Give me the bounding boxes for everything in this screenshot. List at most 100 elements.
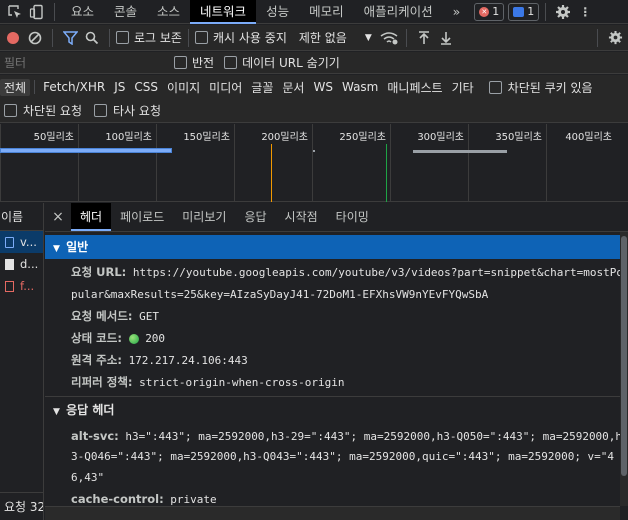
type-fetch-xhr[interactable]: Fetch/XHR [39,80,109,94]
timeline-tick: 400밀리초 [546,124,616,202]
type-ws[interactable]: WS [309,80,336,94]
tab-memory[interactable]: 메모리 [299,0,354,24]
request-method-row: 요청 메서드: GET [71,309,160,323]
third-party-label: 타사 요청 [113,104,161,118]
tab-response[interactable]: 응답 [235,203,275,231]
type-manifest[interactable]: 매니페스트 [383,79,446,96]
request-row[interactable]: f... [0,275,43,297]
clear-icon[interactable] [24,27,46,49]
error-icon: ✕ [479,6,490,17]
type-wasm[interactable]: Wasm [338,80,382,94]
type-font[interactable]: 글꼴 [247,79,277,96]
tab-network[interactable]: 네트워크 [190,0,257,24]
request-count: 요청 32 [4,500,43,514]
network-settings-gear-icon[interactable] [604,27,626,49]
timeline-tick: 200밀리초 [234,124,312,202]
blocked-cookies-label: 차단된 쿠키 있음 [507,80,593,95]
general-section-header[interactable]: ▼ 일반 [45,235,620,259]
disable-cache-checkbox[interactable] [194,31,208,44]
tab-console[interactable]: 콘솔 [104,0,147,24]
tab-payload[interactable]: 페이로드 [111,203,173,231]
timeline-tick: 150밀리초 [156,124,234,202]
tab-headers[interactable]: 헤더 [71,203,112,231]
type-media[interactable]: 미디어 [205,79,246,96]
type-js[interactable]: JS [110,80,129,94]
timeline-request-bar-2 [413,150,507,153]
tab-elements[interactable]: 요소 [61,0,104,24]
close-icon[interactable]: × [45,209,71,225]
response-headers-section-header[interactable]: ▼ 응답 헤더 [45,398,620,422]
message-icon [513,6,525,17]
timeline-tick: 350밀리초 [468,124,546,202]
invert-checkbox[interactable] [174,56,187,69]
scrollbar-thumb[interactable] [621,236,627,476]
remote-address-row: 원격 주소: 172.217.24.106:443 [71,353,248,367]
tab-timing[interactable]: 타이밍 [327,203,378,231]
request-list: 이름 v... d... f... 요청 32 [0,203,44,520]
hide-data-urls-label: 데이터 URL 숨기기 [242,56,340,70]
alt-svc-continuation: 6,43" [71,471,105,484]
failed-request-icon [5,280,14,292]
chevron-down-icon: ▼ [53,407,60,417]
device-toolbar-icon[interactable] [26,1,48,23]
type-all[interactable]: 전체 [0,78,31,96]
filter-input[interactable] [2,52,160,73]
type-img[interactable]: 이미지 [163,79,204,96]
timeline-request-bar [0,148,172,153]
status-bar: 요청 32 [0,492,43,520]
cache-control-row: cache-control: private [71,492,217,506]
more-options-icon[interactable]: ⋮ [574,1,596,23]
tab-application[interactable]: 애플리케이션 [354,0,443,24]
inspect-element-icon[interactable] [4,1,26,23]
type-doc[interactable]: 문서 [278,79,308,96]
type-css[interactable]: CSS [130,80,162,94]
message-count-badge[interactable]: 1 [508,2,540,21]
devtools-tab-bar: 요소 콘솔 소스 네트워크 성능 메모리 애플리케이션 » ✕ 1 1 ⋮ [0,0,628,24]
export-har-icon[interactable] [435,27,457,49]
tab-initiator[interactable]: 시작점 [276,203,327,231]
throttle-select[interactable]: 제한 없음 ▼ [299,29,372,46]
status-ok-icon [128,334,139,344]
resource-type-bar: 전체 Fetch/XHR JS CSS 이미지 미디어 글꼴 문서 WS Was… [0,75,628,99]
blocked-requests-label: 차단된 요청 [23,104,83,118]
tab-preview[interactable]: 미리보기 [173,203,235,231]
tab-performance[interactable]: 성능 [256,0,299,24]
image-file-icon [5,258,14,270]
detail-tab-bar: × 헤더 페이로드 미리보기 응답 시작점 타이밍 [45,203,628,232]
horizontal-scrollbar[interactable] [45,506,620,520]
search-icon[interactable] [81,27,103,49]
gear-icon[interactable] [552,1,574,23]
filter-icon[interactable] [59,27,81,49]
record-icon[interactable] [2,27,24,49]
disable-cache-label: 캐시 사용 중지 [212,31,287,45]
error-count-badge[interactable]: ✕ 1 [474,2,505,21]
request-url-row: 요청 URL: https://youtube.googleapis.com/y… [71,265,623,279]
timeline-request-bar-small [313,150,315,152]
request-row[interactable]: d... [0,253,43,275]
hide-data-urls-checkbox[interactable] [224,56,238,69]
type-other[interactable]: 기타 [448,79,478,96]
document-icon [5,236,14,248]
name-column-header[interactable]: 이름 [0,203,43,231]
blocked-requests-checkbox[interactable] [4,104,17,117]
referrer-policy-row: 리퍼러 정책: strict-origin-when-cross-origin [71,375,345,389]
preserve-log-label: 로그 보존 [134,31,182,45]
chevron-down-icon: ▼ [53,244,60,254]
import-har-icon[interactable] [413,27,435,49]
alt-svc-row: alt-svc: h3=":443"; ma=2592000,h3-29=":4… [71,429,623,443]
blocked-cookies-checkbox[interactable] [488,80,502,94]
timeline-tick: 50밀리초 [0,124,78,202]
tab-sources[interactable]: 소스 [147,0,190,24]
request-row[interactable]: v... [0,231,43,253]
alt-svc-continuation: 3-Q046=":443"; ma=2592000,h3-Q043=":443"… [71,450,615,463]
filter-bar: 반전 데이터 URL 숨기기 [0,52,628,74]
request-detail-pane: × 헤더 페이로드 미리보기 응답 시작점 타이밍 ▼ 일반 요청 URL: h… [45,203,628,520]
timeline-tick: 250밀리초 [312,124,390,202]
timeline-overview[interactable]: 50밀리초 100밀리초 150밀리초 200밀리초 250밀리초 300밀리초… [0,124,628,202]
third-party-checkbox[interactable] [94,104,108,117]
wifi-settings-icon[interactable] [378,27,400,49]
more-tabs-button[interactable]: » [443,0,471,24]
preserve-log-checkbox[interactable] [116,31,129,44]
status-code-row: 상태 코드: 200 [71,331,166,345]
vertical-scrollbar[interactable] [620,232,628,506]
